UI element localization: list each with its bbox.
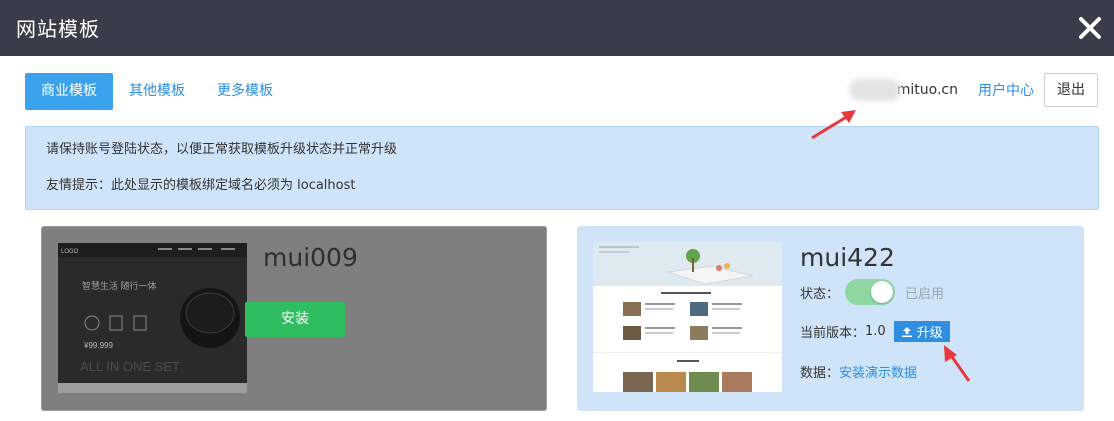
status-value: 已启用 (905, 286, 945, 302)
version-label: 当前版本： (800, 326, 866, 341)
account-area: mituo.cn 用户中心 退出 (848, 73, 1098, 107)
tab-other-templates[interactable]: 其他模板 (113, 73, 201, 110)
tab-commercial-templates[interactable]: 商业模板 (25, 73, 113, 110)
version-value: 1.0 (865, 324, 886, 339)
status-row: 状态： 已启用 (800, 279, 944, 305)
website-template-dialog: 网站模板 商业模板 其他模板 更多模板 mituo.cn 用户中心 退出 请保持… (0, 0, 1114, 421)
dialog-titlebar: 网站模板 (0, 0, 1114, 56)
thumb-price: ¥99.999 (83, 341, 113, 350)
notice-box: 请保持账号登陆状态，以便正常获取模板升级状态并正常升级 友情提示：此处显示的模板… (25, 126, 1099, 210)
tab-more-templates[interactable]: 更多模板 (201, 73, 289, 110)
template-thumbnail (593, 242, 782, 392)
data-label: 数据： (800, 366, 840, 381)
notice-line-login: 请保持账号登陆状态，以便正常获取模板升级状态并正常升级 (46, 142, 398, 157)
logout-button[interactable]: 退出 (1044, 73, 1098, 107)
template-name: mui009 (263, 243, 358, 272)
install-button[interactable]: 安装 (245, 302, 345, 337)
template-name: mui422 (800, 243, 895, 272)
user-center-link[interactable]: 用户中心 (978, 80, 1034, 100)
annotation-arrow-email (811, 110, 856, 140)
status-toggle[interactable] (845, 279, 896, 305)
template-card-mui422: mui422 状态： 已启用 当前版本： 1.0 升级 数据： 安装演示数据 (577, 226, 1084, 411)
template-tabs: 商业模板 其他模板 更多模板 (25, 73, 289, 110)
thumb-slogan: 智慧生活 随行一体 (82, 280, 157, 291)
dialog-title: 网站模板 (16, 17, 100, 41)
install-demo-data-link[interactable]: 安装演示数据 (839, 362, 917, 381)
thumb-logo: LOGO (61, 249, 79, 255)
upload-icon (901, 326, 912, 337)
data-row: 数据： 安装演示数据 (800, 362, 917, 381)
notice-line-domain: 友情提示：此处显示的模板绑定域名必须为 localhost (46, 178, 356, 193)
template-thumbnail: LOGO 智慧生活 随行一体 ¥99.999 ALL IN ONE SET (58, 243, 247, 393)
annotation-arrow-upgrade (944, 345, 971, 382)
thumb-tagline: ALL IN ONE SET (80, 359, 180, 374)
status-label: 状态： (800, 286, 840, 302)
version-row: 当前版本： 1.0 升级 (800, 321, 950, 342)
template-card-mui009: LOGO 智慧生活 随行一体 ¥99.999 ALL IN ONE SET mu… (41, 226, 547, 411)
upgrade-button[interactable]: 升级 (893, 321, 950, 342)
close-icon[interactable] (1076, 14, 1104, 42)
blurred-email-prefix (848, 79, 901, 101)
upgrade-label: 升级 (916, 326, 943, 341)
account-email: mituo.cn (896, 82, 958, 98)
